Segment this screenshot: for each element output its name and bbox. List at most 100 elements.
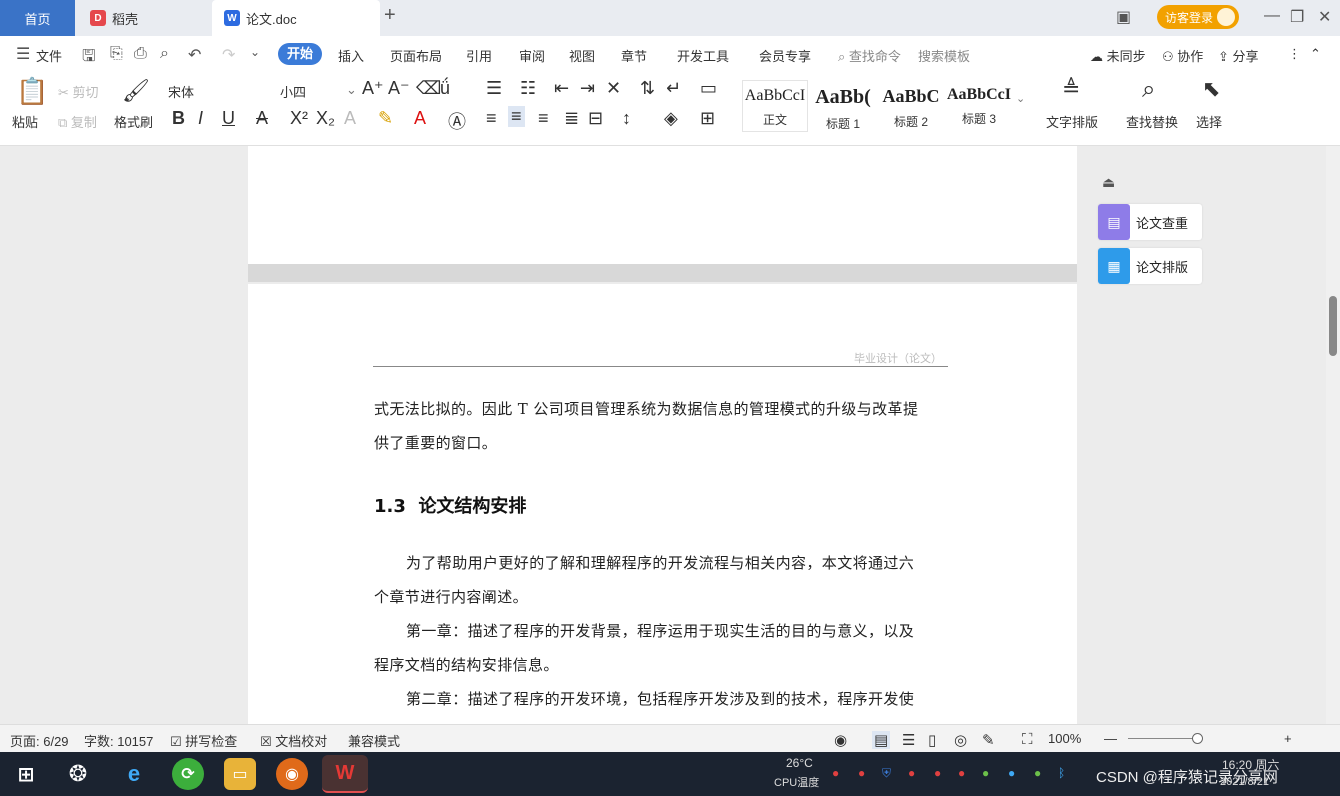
bluetooth-icon[interactable]: ᛒ (1058, 766, 1065, 780)
tray-app-icon[interactable]: ● (832, 766, 839, 780)
wps-taskbar-icon[interactable]: W (322, 755, 368, 793)
menu-developer[interactable]: 开发工具 (677, 46, 729, 65)
new-tab-button[interactable]: + (384, 4, 396, 27)
zoom-slider-handle[interactable] (1192, 733, 1203, 744)
align-right-icon[interactable]: ≡ (538, 108, 549, 129)
sort-icon[interactable]: ⇅ (640, 78, 655, 99)
outline-view-icon[interactable]: ☰ (902, 731, 915, 749)
tray-app-icon[interactable]: ● (958, 766, 965, 780)
subscript-icon[interactable]: X₂ (316, 108, 335, 129)
browser-360-icon[interactable]: ⟳ (172, 758, 204, 790)
text-layout-button[interactable]: 文字排版 (1046, 112, 1098, 131)
tray-app-icon[interactable]: ● (1008, 766, 1015, 780)
font-size-select[interactable]: 小四 (280, 82, 306, 101)
text-effect-icon[interactable]: A (344, 108, 356, 129)
paste-icon[interactable]: 📋 (16, 76, 48, 107)
align-center-icon[interactable]: ≡ (508, 106, 525, 127)
share-button[interactable]: ⇪ 分享 (1218, 46, 1259, 65)
menu-chapter[interactable]: 章节 (621, 46, 647, 65)
brush-icon[interactable]: 🖌 (122, 78, 150, 104)
paste-button[interactable]: 粘贴 (12, 112, 38, 131)
borders-icon[interactable]: ⊞ (700, 108, 715, 129)
format-painter-button[interactable]: 格式刷 (114, 112, 153, 131)
windows-start-icon[interactable]: ⊞ (10, 758, 42, 790)
close-window-icon[interactable]: ✕ (1318, 7, 1331, 27)
tray-app-icon[interactable]: ● (934, 766, 941, 780)
proofread-button[interactable]: ☒ 文档校对 (260, 731, 327, 750)
page-indicator[interactable]: 页面: 6/29 (10, 731, 69, 750)
word-count[interactable]: 字数: 10157 (84, 731, 153, 750)
style-normal[interactable]: AaBbCcI 正文 (742, 80, 808, 132)
bullet-list-icon[interactable]: ☰ (486, 78, 502, 99)
text-layout-icon[interactable]: ≜ (1062, 76, 1080, 102)
paragraph-mark-icon[interactable]: ↵ (666, 78, 681, 99)
export-icon[interactable]: ⎘ (110, 45, 123, 63)
more-icon[interactable]: ⋮ (1288, 46, 1301, 62)
collab-button[interactable]: ⚇ 协作 (1162, 46, 1203, 65)
font-size-dropdown-icon[interactable]: ⌄ (346, 82, 357, 98)
app-swirl-icon[interactable]: ❂ (62, 758, 94, 790)
tray-app-icon[interactable]: ● (858, 766, 865, 780)
document-area[interactable]: 毕业设计（论文） 式无法比拟的。因此 T 公司项目管理系统为数据信息的管理模式的… (0, 146, 1340, 724)
select-cursor-icon[interactable]: ⬉ (1202, 76, 1220, 102)
zoom-out-icon[interactable]: — (1104, 731, 1117, 746)
superscript-icon[interactable]: X² (290, 108, 308, 129)
fit-page-icon[interactable]: ⛶ (1022, 731, 1033, 748)
paper-format-button[interactable]: ▦ 论文排版 (1098, 248, 1202, 284)
file-explorer-icon[interactable]: ▭ (224, 758, 256, 790)
zoom-slider[interactable] (1128, 738, 1202, 739)
styles-scroll-icon[interactable]: ⌄ (1016, 92, 1025, 105)
highlight-icon[interactable]: ✎ (378, 108, 393, 129)
reading-view-icon[interactable]: ▯ (928, 731, 936, 749)
menu-review[interactable]: 审阅 (519, 46, 545, 65)
find-replace-button[interactable]: 查找替换 (1126, 112, 1178, 131)
app-orange-icon[interactable]: ◉ (276, 758, 308, 790)
shading-icon[interactable]: ◈ (664, 108, 678, 129)
paper-check-button[interactable]: ▤ 论文查重 (1098, 204, 1202, 240)
scroll-thumb[interactable] (1329, 296, 1337, 356)
tray-app-icon[interactable]: ● (1034, 766, 1041, 780)
increase-indent-icon[interactable]: ⇥ (580, 78, 595, 99)
tray-app-icon[interactable]: ● (982, 766, 989, 780)
menu-insert[interactable]: 插入 (338, 46, 364, 65)
clear-format-icon[interactable]: ⌫ (416, 78, 441, 99)
grow-font-icon[interactable]: A⁺ (362, 78, 384, 99)
eye-icon[interactable]: ◉ (834, 731, 847, 749)
reading-mode-icon[interactable]: ▣ (1116, 7, 1131, 27)
menu-member[interactable]: 会员专享 (759, 46, 811, 65)
font-name-select[interactable]: 宋体 (168, 82, 268, 101)
numbered-list-icon[interactable]: ☷ (520, 78, 536, 99)
style-heading-1[interactable]: AaBb( 标题 1 (810, 80, 876, 132)
search-command[interactable]: ⌕ 查找命令 (838, 46, 901, 65)
tray-app-icon[interactable]: ● (908, 766, 915, 780)
page-current[interactable]: 毕业设计（论文） 式无法比拟的。因此 T 公司项目管理系统为数据信息的管理模式的… (248, 284, 1077, 724)
bold-icon[interactable]: B (172, 108, 185, 129)
find-replace-icon[interactable]: ⌕ (1142, 76, 1155, 104)
copy-button[interactable]: ⧉ 复制 (58, 112, 97, 131)
minimize-icon[interactable]: — (1264, 7, 1280, 25)
search-template[interactable]: 搜索模板 (918, 46, 970, 65)
style-heading-2[interactable]: AaBbC 标题 2 (878, 80, 944, 132)
char-border-icon[interactable]: Ⓐ (448, 108, 466, 134)
italic-icon[interactable]: I (198, 108, 203, 129)
print-preview-icon[interactable]: ⌕ (160, 45, 169, 63)
decrease-indent-icon[interactable]: ⇤ (554, 78, 569, 99)
tray-shield-icon[interactable]: ⛨ (882, 766, 891, 781)
tab-docer[interactable]: D 稻壳 (80, 0, 210, 36)
menu-view[interactable]: 视图 (569, 46, 595, 65)
phonetic-icon[interactable]: ǘ (440, 78, 450, 99)
collapse-panel-icon[interactable]: ⏏ (1102, 174, 1115, 191)
line-spacing-icon[interactable]: ↕ (622, 108, 631, 129)
sync-status[interactable]: ☁ 未同步 (1090, 46, 1146, 65)
print-icon[interactable]: ⎙ (134, 45, 147, 63)
tab-home[interactable]: 首页 (0, 0, 75, 36)
zoom-level[interactable]: 100% (1048, 731, 1081, 746)
font-color-icon[interactable]: A (414, 108, 426, 129)
spell-check-button[interactable]: ☑ 拼写检查 (170, 731, 237, 750)
shrink-font-icon[interactable]: A⁻ (388, 78, 410, 99)
page-view-icon[interactable]: ▤ (872, 731, 891, 749)
select-button[interactable]: 选择 (1196, 112, 1222, 131)
strikethrough-icon[interactable]: A (256, 108, 268, 129)
web-view-icon[interactable]: ◎ (954, 731, 967, 749)
hamburger-icon[interactable]: ☰ (16, 44, 30, 64)
